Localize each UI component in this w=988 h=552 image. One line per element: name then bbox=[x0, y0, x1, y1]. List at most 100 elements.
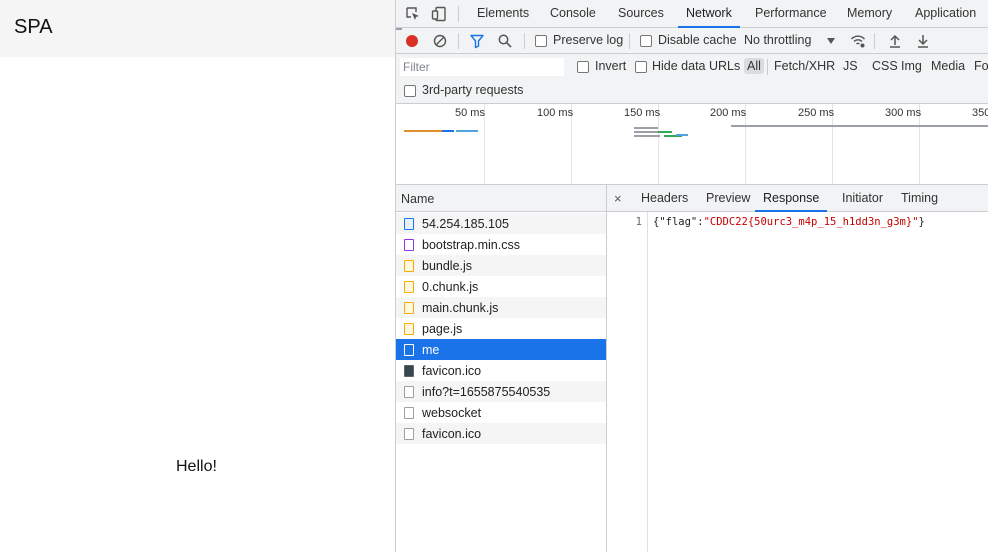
timeline-tick-label: 150 ms bbox=[624, 107, 661, 119]
hide-data-urls-checkbox[interactable] bbox=[635, 61, 647, 73]
script-icon bbox=[404, 323, 414, 335]
request-row[interactable]: page.js bbox=[396, 318, 606, 339]
device-toolbar-icon[interactable] bbox=[431, 6, 447, 22]
name-column-header[interactable]: Name bbox=[396, 185, 606, 212]
response-key: "flag" bbox=[659, 216, 698, 228]
tab-performance[interactable]: Performance bbox=[747, 0, 835, 27]
detail-tab-timing[interactable]: Timing bbox=[893, 185, 946, 211]
tab-network[interactable]: Network bbox=[678, 0, 740, 28]
chevron-down-icon[interactable] bbox=[827, 38, 835, 44]
third-party-row: 3rd-party requests bbox=[396, 80, 988, 104]
filter-type-img[interactable]: Img bbox=[901, 59, 922, 73]
request-row[interactable]: me bbox=[396, 339, 606, 360]
timeline-tick-label: 100 ms bbox=[537, 107, 574, 119]
request-name: 54.254.185.105 bbox=[422, 217, 509, 231]
throttling-select[interactable]: No throttling bbox=[744, 33, 811, 47]
filter-type-all[interactable]: All bbox=[744, 58, 764, 74]
request-name: websocket bbox=[422, 406, 482, 420]
tab-console[interactable]: Console bbox=[542, 0, 604, 27]
fetch-icon bbox=[404, 344, 414, 356]
timeline-tick-label: 250 ms bbox=[798, 107, 835, 119]
detail-tab-headers[interactable]: Headers bbox=[633, 185, 696, 211]
request-name: page.js bbox=[422, 322, 463, 336]
clear-icon[interactable] bbox=[432, 33, 448, 49]
filter-bar: Invert Hide data URLs All Fetch/XHR JS CSSI… bbox=[396, 54, 988, 80]
fetch-icon bbox=[404, 386, 414, 398]
filter-type-fetchxhr[interactable]: Fetch/XHR bbox=[774, 59, 835, 73]
request-detail-panel: × Headers Preview Response Initiator Timing … bbox=[607, 185, 988, 552]
hide-data-urls-label: Hide data URLs bbox=[652, 59, 741, 73]
third-party-label: 3rd-party requests bbox=[422, 83, 524, 97]
toolbar-divider bbox=[767, 59, 768, 75]
request-row[interactable]: bootstrap.min.css bbox=[396, 234, 606, 255]
request-row[interactable]: websocket bbox=[396, 402, 606, 423]
tab-memory[interactable]: Memory bbox=[839, 0, 900, 27]
preserve-log-checkbox[interactable] bbox=[535, 35, 547, 47]
request-name: bootstrap.min.css bbox=[422, 238, 520, 252]
detail-tab-response[interactable]: Response bbox=[755, 185, 828, 212]
request-name: main.chunk.js bbox=[422, 301, 499, 315]
waterfall-bar bbox=[456, 130, 478, 132]
document-icon bbox=[404, 218, 414, 230]
script-icon bbox=[404, 281, 414, 293]
other-icon bbox=[404, 428, 414, 440]
invert-checkbox[interactable] bbox=[577, 61, 589, 73]
disable-cache-checkbox[interactable] bbox=[640, 35, 652, 47]
request-row[interactable]: favicon.ico bbox=[396, 360, 606, 381]
disable-cache-label: Disable cache bbox=[658, 33, 737, 47]
response-body: {"flag":"CDDC22{50urc3_m4p_15_h1dd3n_g3m… bbox=[653, 216, 925, 228]
waterfall-bar bbox=[634, 131, 658, 133]
third-party-checkbox[interactable] bbox=[404, 85, 416, 97]
close-icon[interactable]: × bbox=[614, 191, 622, 206]
timeline-tick-label: 50 ms bbox=[455, 107, 485, 119]
timeline-tick-label: 200 ms bbox=[710, 107, 747, 119]
import-har-icon[interactable] bbox=[887, 33, 903, 49]
tab-application[interactable]: Application bbox=[907, 0, 984, 27]
detail-tab-initiator[interactable]: Initiator bbox=[834, 185, 891, 211]
devtools-panel: Elements Console Sources Network Performance… bbox=[395, 0, 988, 552]
inspect-element-icon[interactable] bbox=[405, 6, 421, 22]
detail-tabbar: × Headers Preview Response Initiator Timing bbox=[607, 185, 988, 212]
record-icon[interactable] bbox=[404, 33, 420, 49]
filter-type-js[interactable]: JS bbox=[843, 59, 858, 73]
request-list: Name 54.254.185.105 bootstrap.min.css bund… bbox=[396, 185, 607, 552]
filter-type-css[interactable]: CSS bbox=[872, 59, 898, 73]
export-har-icon[interactable] bbox=[915, 33, 931, 49]
toolbar-divider bbox=[874, 33, 875, 49]
request-name: info?t=1655875540535 bbox=[422, 385, 551, 399]
tab-elements[interactable]: Elements bbox=[469, 0, 537, 27]
script-icon bbox=[404, 302, 414, 314]
tab-sources[interactable]: Sources bbox=[610, 0, 672, 27]
network-overview[interactable]: 50 ms 100 ms 150 ms 200 ms 250 ms 300 ms 350 bbox=[396, 28, 988, 185]
network-conditions-icon[interactable] bbox=[850, 33, 866, 49]
devtools-main-tabbar: Elements Console Sources Network Performance… bbox=[396, 0, 988, 28]
app-message: Hello! bbox=[176, 458, 217, 475]
request-row[interactable]: 54.254.185.105 bbox=[396, 213, 606, 234]
request-row[interactable]: 0.chunk.js bbox=[396, 276, 606, 297]
request-row[interactable]: bundle.js bbox=[396, 255, 606, 276]
name-column-label: Name bbox=[401, 192, 435, 206]
request-row[interactable]: main.chunk.js bbox=[396, 297, 606, 318]
search-icon[interactable] bbox=[497, 33, 513, 49]
timeline-tick-label: 300 ms bbox=[885, 107, 922, 119]
waterfall-bar bbox=[634, 127, 658, 129]
request-name: me bbox=[422, 343, 440, 357]
waterfall-bar bbox=[396, 28, 402, 30]
toolbar-divider bbox=[458, 33, 459, 49]
request-name: 0.chunk.js bbox=[422, 280, 479, 294]
filter-type-media[interactable]: Media bbox=[931, 59, 965, 73]
waterfall-bar bbox=[634, 135, 660, 137]
request-name: favicon.ico bbox=[422, 364, 482, 378]
waterfall-bar bbox=[676, 134, 688, 136]
stylesheet-icon bbox=[404, 239, 414, 251]
request-row[interactable]: favicon.ico bbox=[396, 423, 606, 444]
detail-tab-preview[interactable]: Preview bbox=[698, 185, 758, 211]
filter-icon[interactable] bbox=[469, 33, 485, 49]
filter-type-fo[interactable]: Fo bbox=[974, 59, 988, 73]
websocket-icon bbox=[404, 407, 414, 419]
toolbar-divider bbox=[629, 33, 630, 49]
response-value: "CDDC22{50urc3_m4p_15_h1dd3n_g3m}" bbox=[703, 216, 919, 228]
filter-input[interactable] bbox=[400, 58, 564, 76]
request-row[interactable]: info?t=1655875540535 bbox=[396, 381, 606, 402]
line-number-gutter: 1 bbox=[607, 212, 648, 552]
